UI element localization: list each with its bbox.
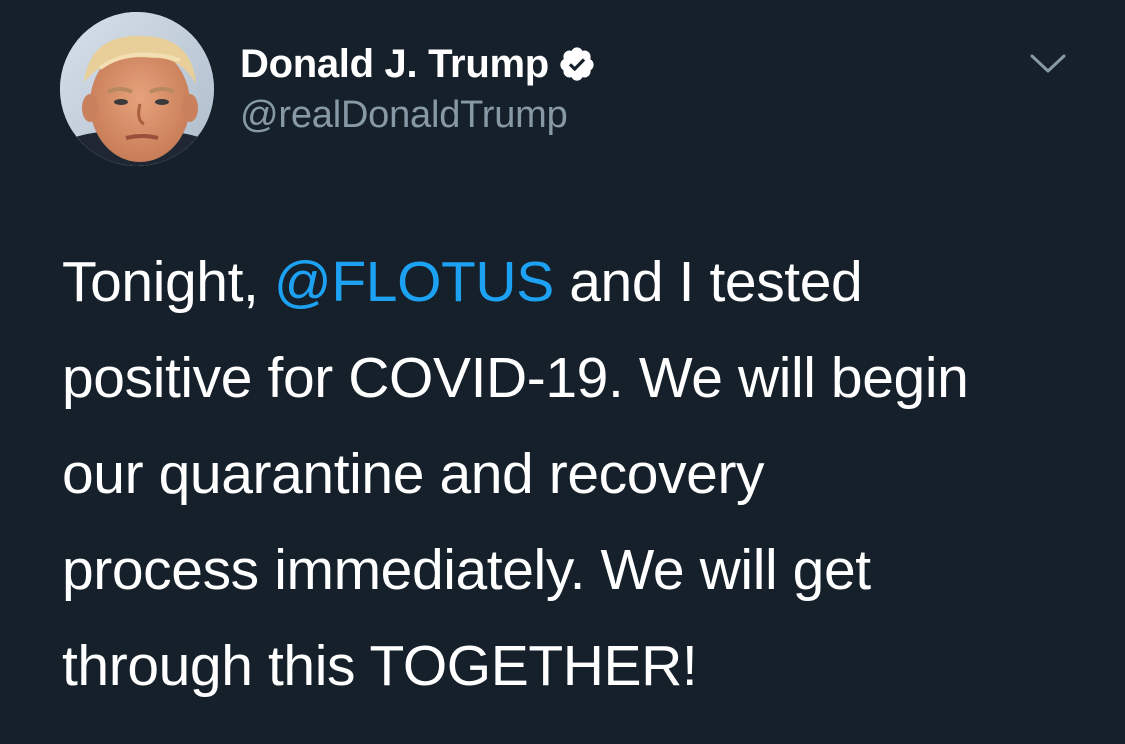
author-display-name[interactable]: Donald J. Trump — [240, 42, 549, 87]
author-handle[interactable]: @realDonaldTrump — [240, 94, 568, 137]
tweet-text-line-5: through this TOGETHER! — [62, 634, 698, 698]
mention-link-flotus[interactable]: @FLOTUS — [274, 250, 554, 314]
author-name-row[interactable]: Donald J. Trump — [240, 40, 596, 88]
tweet-card: Donald J. Trump @realDonaldTrump Tonight… — [0, 0, 1125, 744]
tweet-text-line-1: Tonight, @FLOTUS and I tested — [62, 234, 1102, 330]
tweet-text-line-4: process immediately. We will get — [62, 538, 871, 602]
chevron-down-icon — [1028, 52, 1068, 81]
tweet-text-segment: and I tested — [553, 250, 863, 314]
verified-badge-icon — [558, 45, 596, 83]
tweet-text-line-3: our quarantine and recovery — [62, 442, 765, 506]
tweet-menu-button[interactable] — [1020, 44, 1076, 88]
tweet-text-segment: Tonight, — [62, 250, 274, 314]
avatar[interactable] — [60, 12, 214, 166]
tweet-text-line-2: positive for COVID-19. We will begin — [62, 346, 969, 410]
tweet-text: Tonight, @FLOTUS and I tested positive f… — [62, 234, 1102, 714]
avatar-portrait — [60, 12, 214, 166]
